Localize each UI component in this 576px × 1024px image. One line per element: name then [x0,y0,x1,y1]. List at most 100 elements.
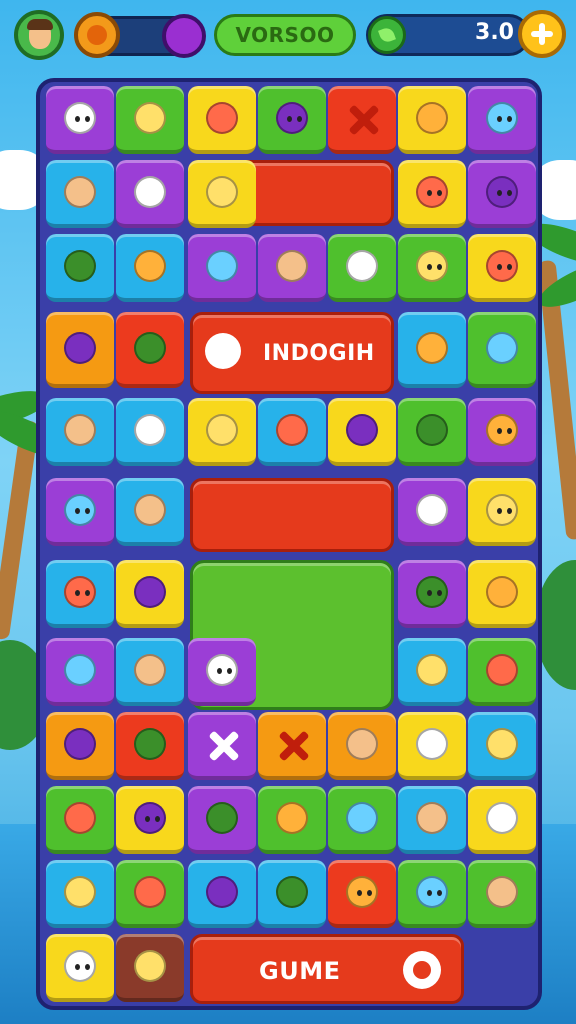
tile[interactable] [116,160,184,228]
tile[interactable] [46,712,114,780]
bell-icon [130,572,170,612]
tile[interactable] [398,786,466,854]
house-icon [202,246,242,286]
tile[interactable] [116,398,184,466]
tile[interactable] [258,712,326,780]
tile[interactable] [188,786,256,854]
top-hud: VORSOO 3.0 [0,0,576,72]
tile[interactable] [468,86,536,154]
tile[interactable] [398,160,466,228]
tile[interactable] [116,638,184,706]
tile[interactable] [46,312,114,388]
tile[interactable] [116,478,184,546]
tile[interactable] [46,786,114,854]
tile[interactable] [46,478,114,546]
orange-orb-icon[interactable] [74,12,120,58]
add-coins-button[interactable] [518,10,566,58]
tile[interactable] [328,234,396,302]
cross-icon [202,724,242,764]
tile[interactable] [468,160,536,228]
tile[interactable] [46,398,114,466]
purple-orb-icon[interactable] [162,14,206,58]
tile[interactable] [116,712,184,780]
tile[interactable] [258,786,326,854]
tile[interactable] [116,560,184,628]
tomato-icon [130,872,170,912]
tile[interactable] [398,638,466,706]
cat-icon [60,946,100,986]
tile[interactable] [116,934,184,1002]
cone-icon [60,410,100,450]
elf-icon [130,798,170,838]
tile[interactable] [46,638,114,706]
tile[interactable] [398,860,466,928]
game-board: INDOGIH GUME [36,78,542,1010]
tile[interactable] [398,560,466,628]
tile[interactable] [258,860,326,928]
tile[interactable] [468,860,536,928]
ring-icon [130,650,170,690]
tile[interactable] [188,234,256,302]
tile[interactable] [188,398,256,466]
tile[interactable] [398,398,466,466]
banner-row4[interactable]: INDOGIH [190,312,394,394]
tile[interactable] [468,638,536,706]
tile[interactable] [46,560,114,628]
tile[interactable] [328,786,396,854]
tile[interactable] [258,398,326,466]
lime-icon [412,724,452,764]
boot-icon [272,410,312,450]
tile[interactable] [46,86,114,154]
tile[interactable] [188,638,256,706]
sunflower-icon [60,172,100,212]
melon-icon [412,650,452,690]
tile[interactable] [116,786,184,854]
ghost-icon [342,872,382,912]
tile[interactable] [328,86,396,154]
sword-icon [130,946,170,986]
apple-icon [412,328,452,368]
tile[interactable] [398,478,466,546]
tile[interactable] [116,860,184,928]
tile[interactable] [188,712,256,780]
leaf-coin-icon [368,16,406,54]
jar-icon [482,572,522,612]
pink-girl-icon [202,650,242,690]
tile[interactable] [188,860,256,928]
tile[interactable] [116,234,184,302]
tile[interactable] [258,86,326,154]
tile[interactable] [468,312,536,388]
tile[interactable] [46,160,114,228]
radish-icon [130,98,170,138]
tile[interactable] [46,934,114,1002]
tile[interactable] [258,234,326,302]
grape-icon [342,724,382,764]
tile[interactable] [188,86,256,154]
green-apple-icon [482,872,522,912]
bottom-banner[interactable]: GUME [190,934,464,1004]
banner-row6[interactable] [190,478,394,552]
tile[interactable] [188,160,256,228]
tile[interactable] [468,786,536,854]
tile[interactable] [398,234,466,302]
tile[interactable] [468,478,536,546]
tile[interactable] [328,712,396,780]
tile[interactable] [116,86,184,154]
tile[interactable] [468,712,536,780]
tile[interactable] [398,86,466,154]
tile[interactable] [468,234,536,302]
game-title: VORSOO [214,14,356,56]
pot-icon [60,328,100,368]
tile[interactable] [46,234,114,302]
tile[interactable] [468,398,536,466]
acorn-icon [130,328,170,368]
tile[interactable] [468,560,536,628]
tile[interactable] [116,312,184,388]
tile[interactable] [46,860,114,928]
tile[interactable] [328,860,396,928]
tile[interactable] [398,312,466,388]
tile[interactable] [328,398,396,466]
player-avatar-icon[interactable] [14,10,64,60]
sun-icon [272,246,312,286]
tile[interactable] [398,712,466,780]
